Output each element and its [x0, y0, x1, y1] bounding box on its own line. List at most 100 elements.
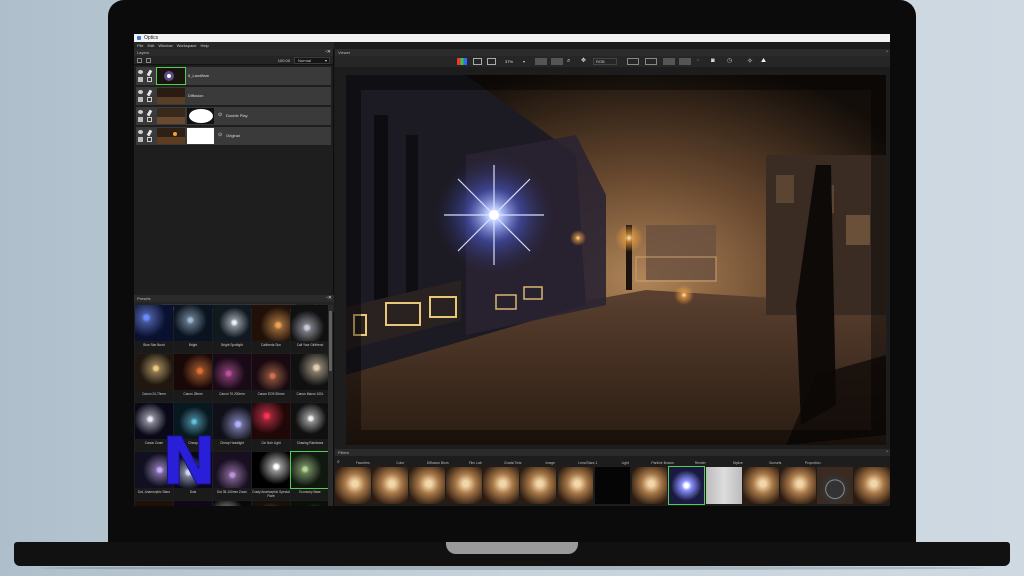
preset-item[interactable] [291, 501, 328, 506]
side-by-side-icon[interactable] [645, 58, 657, 65]
light-source-icon[interactable]: ✧ [747, 58, 757, 65]
layer-row[interactable]: ⊙ Double Play [136, 107, 331, 125]
panel-controls[interactable]: ▫✕ [326, 295, 332, 302]
filter-category-tab[interactable]: Diffusion Blurs [419, 459, 457, 467]
camera-icon[interactable]: ◙ [711, 58, 721, 65]
mask-icon[interactable] [147, 77, 152, 82]
color-channels-icon[interactable] [457, 58, 467, 65]
mask-icon[interactable] [147, 137, 152, 142]
preset-item[interactable]: Economy Base [290, 451, 328, 500]
filter-category-tab[interactable]: Grads/Tints [494, 459, 532, 467]
blend-mode-select[interactable]: Normal ▾ [294, 57, 330, 64]
gear-icon[interactable]: ◦ [697, 58, 705, 65]
image-canvas[interactable] [346, 75, 886, 445]
mountain-icon[interactable]: ⛰ [761, 58, 771, 65]
filter-category-tab[interactable]: Favorites [344, 459, 382, 467]
zoom-in-icon[interactable] [551, 58, 563, 65]
menu-help[interactable]: Help [201, 42, 209, 49]
filter-category-tab[interactable]: Image [532, 459, 570, 467]
hand-icon[interactable]: ✥ [581, 58, 589, 65]
zoom-out-icon[interactable] [535, 58, 547, 65]
preset-item[interactable]: Bright [174, 305, 212, 353]
lock-icon[interactable] [138, 137, 143, 142]
scrollbar-thumb[interactable] [329, 311, 332, 371]
link-icon[interactable]: ⊙ [218, 132, 222, 138]
brush-icon[interactable] [146, 89, 153, 97]
filter-thumbnail[interactable] [409, 467, 445, 504]
preset-item[interactable]: Canon 24-70mm [135, 354, 173, 402]
history-icon[interactable]: ◷ [727, 58, 737, 65]
chevron-down-icon[interactable]: ▾ [523, 58, 529, 65]
split-view-icon[interactable] [627, 58, 639, 65]
preset-item[interactable]: Chasing Rainbows [291, 403, 328, 451]
layer-thumbnail[interactable] [157, 108, 185, 124]
filter-category-tab[interactable]: Sunsets [757, 459, 795, 467]
filter-thumbnail[interactable] [335, 467, 371, 504]
filter-category-tab[interactable]: Lens/Stars 1 [569, 459, 607, 467]
filter-thumbnail[interactable] [446, 467, 482, 504]
eye-icon[interactable] [138, 90, 143, 94]
filter-category-tab[interactable]: Light [607, 459, 645, 467]
preset-item[interactable] [213, 501, 251, 506]
filter-category-tab[interactable]: Particle Illusion [644, 459, 682, 467]
filter-category-tab[interactable]: Color [382, 459, 420, 467]
filter-thumbnail[interactable] [780, 467, 816, 504]
layer-row[interactable]: 6_Landflare [136, 67, 331, 85]
brush-icon[interactable] [146, 109, 153, 117]
preset-item[interactable]: California Sun [252, 305, 290, 353]
filter-category-tab[interactable]: Render [682, 459, 720, 467]
mask-icon[interactable] [147, 117, 152, 122]
layer-thumbnail[interactable] [157, 88, 185, 104]
preset-item[interactable]: Bright Spotlight [213, 305, 251, 353]
filter-category-tab[interactable]: Film Lab [457, 459, 495, 467]
layer-row[interactable]: Diffusion [136, 87, 331, 105]
add-layer-icon[interactable] [137, 58, 142, 63]
undock-icon[interactable]: ▫ [886, 49, 888, 56]
layer-thumbnail[interactable] [157, 128, 185, 144]
lock-icon[interactable] [138, 97, 143, 102]
preset-item[interactable]: Cin Noir Light [252, 403, 290, 451]
link-icon[interactable]: ⊙ [218, 112, 222, 118]
menu-file[interactable]: File [137, 42, 143, 49]
layer-mask-thumbnail[interactable] [187, 108, 214, 124]
lock-icon[interactable] [138, 77, 143, 82]
eye-icon[interactable] [138, 110, 143, 114]
preset-item[interactable] [174, 501, 212, 506]
lock-icon[interactable] [138, 117, 143, 122]
filter-thumbnail[interactable] [817, 467, 853, 504]
zoom-level[interactable]: 37% [505, 58, 521, 65]
menu-edit[interactable]: Edit [147, 42, 154, 49]
preset-item[interactable]: Canon 70-200mm [213, 354, 251, 402]
filter-thumbnail[interactable] [557, 467, 594, 504]
zoom-icon[interactable]: ⌕ [567, 58, 575, 65]
preset-item[interactable]: Call Your Girlfriend [291, 305, 328, 353]
mask-view-icon[interactable] [663, 58, 675, 65]
preset-item[interactable] [252, 501, 290, 506]
preset-item[interactable]: Blue Star Burst [135, 305, 173, 353]
filter-thumbnail[interactable] [705, 467, 742, 504]
preset-item[interactable]: Canon 28mm [174, 354, 212, 402]
eye-icon[interactable] [138, 130, 143, 134]
overlay-icon[interactable] [679, 58, 691, 65]
undock-icon[interactable]: ▫ [886, 449, 888, 456]
eye-icon[interactable] [138, 70, 143, 74]
filter-thumbnail[interactable] [743, 467, 779, 504]
compare-icon[interactable] [473, 58, 482, 65]
panel-controls[interactable]: ▫✕ [325, 49, 331, 56]
filter-thumbnail[interactable] [372, 467, 408, 504]
filter-thumbnail[interactable] [854, 467, 890, 504]
filter-thumbnail[interactable] [631, 467, 668, 504]
layer-thumbnail[interactable] [156, 67, 186, 85]
filter-thumbnail[interactable] [483, 467, 519, 504]
opacity-field[interactable]: 100.00 [272, 57, 290, 64]
brush-icon[interactable] [146, 129, 153, 137]
layer-row[interactable]: ⊙ Original [136, 127, 331, 145]
menu-window[interactable]: Window [158, 42, 172, 49]
presets-scrollbar[interactable] [328, 305, 333, 506]
channel-select[interactable]: RGB [593, 58, 617, 65]
filter-thumbnail[interactable] [594, 467, 631, 504]
filter-category-tab[interactable]: Stylize [719, 459, 757, 467]
filter-thumbnail[interactable] [667, 466, 706, 505]
filter-thumbnail[interactable] [520, 467, 557, 504]
mask-icon[interactable] [147, 97, 152, 102]
